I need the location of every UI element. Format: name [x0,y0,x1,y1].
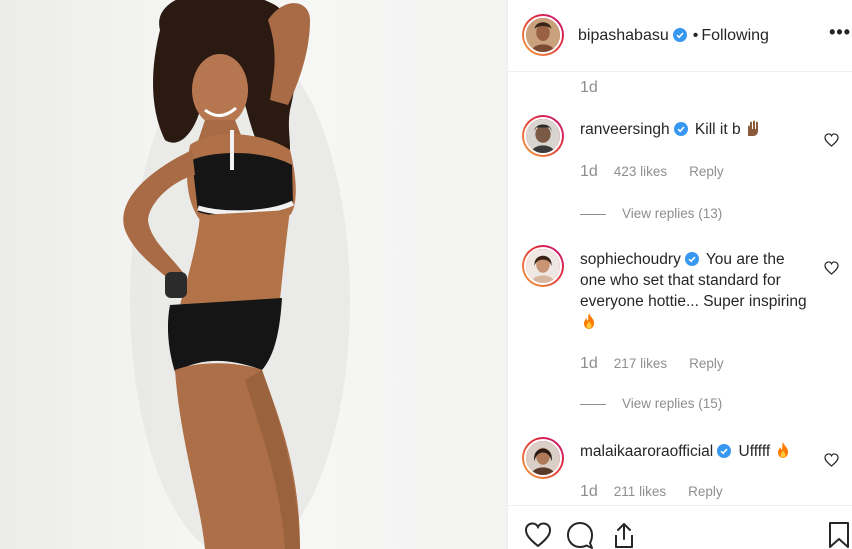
commenter-username[interactable]: sophiechoudry [580,251,681,268]
heart-icon[interactable] [524,521,552,549]
more-options-icon[interactable]: ••• [829,22,851,43]
comment-likes[interactable]: 423 likes [614,164,667,179]
comment-meta: 1d 423 likes Reply [580,163,724,181]
comment-meta: 1d 211 likes Reply [580,483,723,501]
reply-button[interactable]: Reply [689,356,724,371]
verified-badge-icon [717,444,732,458]
raised-hands-icon [747,120,758,136]
replies-divider [580,213,606,215]
like-comment-heart-icon[interactable] [824,261,839,275]
comment-text: Ufffff [734,443,775,460]
comment-text: Kill it b [690,121,745,138]
commenter-avatar[interactable] [522,115,564,157]
caption-timestamp: 1d [580,79,598,96]
comment-text-block: ranveersingh Kill it b [580,119,810,140]
comment-timestamp: 1d [580,483,598,500]
view-replies-label: View replies (15) [622,396,723,411]
comment-likes[interactable]: 217 likes [614,356,667,371]
replies-divider [580,403,606,405]
comment-text-block: malaikaaroraofficial Ufffff [580,441,810,462]
fire-icon [584,313,594,329]
author-avatar[interactable] [522,14,564,56]
comment-timestamp: 1d [580,163,598,180]
like-comment-heart-icon[interactable] [824,453,839,467]
view-replies-button[interactable]: View replies (15) [580,396,722,411]
post-photo[interactable] [0,0,507,549]
comment-text-block: sophiechoudry You are the one who set th… [580,249,810,333]
following-button[interactable]: Following [701,27,769,44]
like-comment-heart-icon[interactable] [824,133,839,147]
commenter-username[interactable]: ranveersingh [580,121,670,138]
separator-dot: • [692,27,699,44]
bookmark-icon[interactable] [827,521,851,549]
verified-badge-icon [672,28,687,42]
comment-timestamp: 1d [580,355,598,372]
view-replies-label: View replies (13) [622,206,723,221]
fire-icon [778,442,789,458]
author-info: bipashabasu • Following [578,27,769,45]
photo-illustration [123,0,350,549]
comment-icon[interactable] [566,521,594,549]
author-username[interactable]: bipashabasu [578,27,669,44]
commenter-avatar[interactable] [522,437,564,479]
reply-button[interactable]: Reply [688,484,723,499]
share-icon[interactable] [610,521,638,549]
verified-badge-icon [673,122,688,136]
comment-likes[interactable]: 211 likes [614,484,666,499]
reply-button[interactable]: Reply [689,164,724,179]
view-replies-button[interactable]: View replies (13) [580,206,722,221]
commenter-avatar[interactable] [522,245,564,287]
comments-list[interactable]: 1d ranveersingh Kill it b 1d 423 likes Rep… [508,73,852,505]
post-sidebar: bipashabasu • Following ••• 1d ranveersing… [507,0,852,549]
comment-meta: 1d 217 likes Reply [580,355,724,373]
verified-badge-icon [684,252,699,266]
post-action-bar [508,505,852,549]
commenter-username[interactable]: malaikaaroraofficial [580,443,713,460]
post-header: bipashabasu • Following ••• [508,0,852,72]
